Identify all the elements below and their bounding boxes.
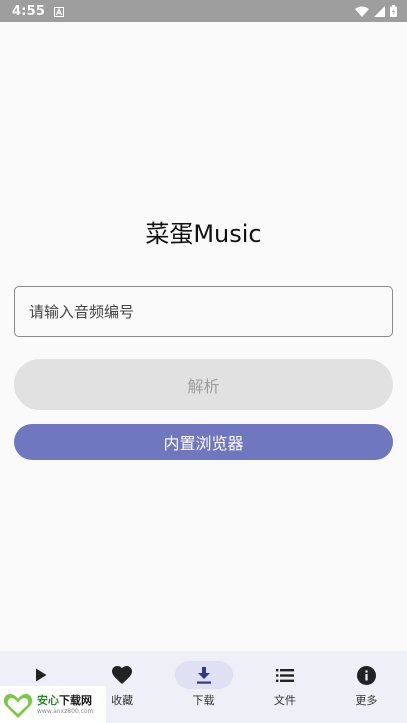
nav-item-files[interactable]: 文件 <box>244 651 325 723</box>
nav-item-download[interactable]: 下载 <box>163 651 244 723</box>
audio-id-field[interactable] <box>14 286 393 337</box>
heart-icon <box>112 666 133 684</box>
signal-icon <box>374 5 385 17</box>
nav-label-download: 下载 <box>192 694 215 707</box>
nav-pill-files <box>256 661 314 689</box>
builtin-browser-button[interactable]: 内置浏览器 <box>14 424 393 460</box>
notification-a-icon <box>54 2 65 21</box>
audio-id-input[interactable] <box>15 287 392 336</box>
watermark-title: 安心下载网 <box>37 694 93 707</box>
nav-item-more[interactable]: 更多 <box>326 651 407 723</box>
info-icon <box>356 665 376 685</box>
nav-pill-more <box>337 661 395 689</box>
nav-pill-play <box>12 661 70 689</box>
list-icon <box>275 668 294 682</box>
play-icon <box>35 668 47 682</box>
watermark-url: www.anxz800.com <box>37 707 94 715</box>
nav-pill-download <box>174 661 233 689</box>
download-icon <box>196 666 212 684</box>
battery-icon <box>390 5 397 17</box>
watermark-overlay: 安心下载网 www.anxz800.com <box>0 686 106 723</box>
watermark-text: 安心下载网 www.anxz800.com <box>37 694 93 716</box>
status-time: 4:55 <box>12 3 46 19</box>
watermark-title-dark: 下载网 <box>59 693 92 707</box>
watermark-title-green: 安心 <box>37 693 59 707</box>
nav-label-favorites: 收藏 <box>111 694 134 707</box>
status-left: 4:55 <box>12 2 65 21</box>
nav-pill-favorites <box>93 661 151 689</box>
nav-label-more: 更多 <box>355 694 378 707</box>
status-bar: 4:55 <box>0 0 407 22</box>
status-right <box>355 5 397 17</box>
watermark-logo-icon <box>3 690 33 720</box>
parse-button[interactable]: 解析 <box>14 359 393 410</box>
nav-label-files: 文件 <box>273 694 296 707</box>
wifi-icon <box>355 6 369 17</box>
app-title: 菜蛋Music <box>145 220 262 248</box>
